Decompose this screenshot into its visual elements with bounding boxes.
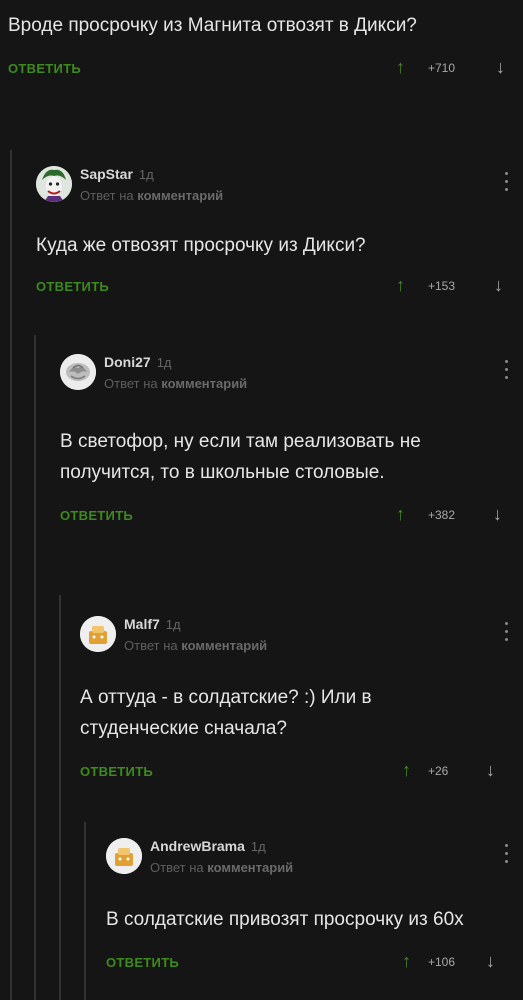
username[interactable]: AndrewBrama 1д (150, 838, 266, 854)
comment-age: 1д (250, 839, 266, 854)
comment-score: +106 (428, 955, 456, 969)
meta-prefix: Ответ на (124, 638, 178, 653)
comment-score: +382 (428, 508, 456, 522)
comment-age: 1д (156, 355, 172, 370)
reply-button[interactable]: ОТВЕТИТЬ (36, 279, 109, 294)
reply-to-meta: Ответ на комментарий (124, 638, 267, 653)
comment-actions: ОТВЕТИТЬ ↑ +26 ↓ (80, 760, 523, 786)
arrow-down-icon[interactable]: ↓ (496, 57, 505, 78)
meta-target-link[interactable]: комментарий (181, 638, 267, 653)
comment-header: Malf7 1д Ответ на комментарий (80, 610, 523, 662)
reply-to-meta: Ответ на комментарий (80, 188, 223, 203)
default-avatar-icon (80, 616, 116, 652)
more-vertical-icon[interactable] (505, 172, 509, 196)
comment: Doni27 1д Ответ на комментарий В светофор… (60, 348, 523, 530)
reply-button[interactable]: ОТВЕТИТЬ (60, 508, 133, 523)
avatar[interactable] (36, 166, 72, 202)
comment-text: В светофор, ну если там реализовать не п… (60, 431, 421, 483)
thread-line (10, 150, 12, 1000)
arrow-up-icon[interactable]: ↑ (396, 275, 405, 296)
comment-text: Куда же отвозят просрочку из Дикси? (36, 235, 366, 256)
comment-header: SapStar 1д Ответ на комментарий (36, 160, 523, 212)
arrow-down-icon[interactable]: ↓ (486, 951, 495, 972)
comment-header: Doni27 1д Ответ на комментарий (60, 348, 523, 400)
comment-actions: ОТВЕТИТЬ ↑ +106 ↓ (106, 951, 523, 977)
default-avatar-icon (106, 838, 142, 874)
reply-to-meta: Ответ на комментарий (104, 376, 247, 391)
username[interactable]: SapStar 1д (80, 166, 154, 182)
username-text[interactable]: Doni27 (104, 354, 151, 370)
comment: SapStar 1д Ответ на комментарий Куда же о… (36, 160, 523, 301)
meta-prefix: Ответ на (80, 188, 134, 203)
thread-line (84, 822, 86, 1000)
thread-line (59, 595, 61, 1000)
username[interactable]: Malf7 1д (124, 616, 181, 632)
comment-header: AndrewBrama 1д Ответ на комментарий (106, 832, 523, 884)
arrow-down-icon[interactable]: ↓ (494, 275, 503, 296)
comment-age: 1д (165, 617, 181, 632)
arrow-down-icon[interactable]: ↓ (493, 504, 502, 525)
more-vertical-icon[interactable] (505, 844, 509, 868)
arrow-up-icon[interactable]: ↑ (402, 760, 411, 781)
username-text[interactable]: SapStar (80, 166, 133, 182)
arrow-up-icon[interactable]: ↑ (402, 951, 411, 972)
comment: AndrewBrama 1д Ответ на комментарий В сол… (106, 832, 523, 977)
avatar[interactable] (80, 616, 116, 652)
comment: Malf7 1д Ответ на комментарий А оттуда - … (80, 610, 523, 786)
comment-text: Вроде просрочку из Магнита отвозят в Дик… (8, 15, 417, 36)
reply-button[interactable]: ОТВЕТИТЬ (106, 955, 179, 970)
comment-actions: ОТВЕТИТЬ ↑ +382 ↓ (60, 504, 523, 530)
comment-score: +153 (428, 279, 456, 293)
more-vertical-icon[interactable] (505, 622, 509, 646)
username-text[interactable]: Malf7 (124, 616, 160, 632)
comment-actions: ОТВЕТИТЬ ↑ +710 ↓ (8, 57, 523, 83)
meta-target-link[interactable]: комментарий (137, 188, 223, 203)
username-text[interactable]: AndrewBrama (150, 838, 245, 854)
reply-button[interactable]: ОТВЕТИТЬ (80, 764, 153, 779)
meta-target-link[interactable]: комментарий (207, 860, 293, 875)
reply-to-meta: Ответ на комментарий (150, 860, 293, 875)
comment: Вроде просрочку из Магнита отвозят в Дик… (8, 10, 523, 83)
thread-line (34, 335, 36, 1000)
comment-text: А оттуда - в солдатские? :) Или в студен… (80, 687, 372, 739)
arrow-down-icon[interactable]: ↓ (486, 760, 495, 781)
comment-text: В солдатские привозят просрочку из 60х (106, 909, 464, 930)
joker-avatar-icon (36, 166, 72, 202)
arrow-up-icon[interactable]: ↑ (396, 57, 405, 78)
meta-target-link[interactable]: комментарий (161, 376, 247, 391)
meta-prefix: Ответ на (104, 376, 158, 391)
avatar[interactable] (106, 838, 142, 874)
comment-score: +710 (428, 61, 456, 75)
comment-score: +26 (428, 764, 449, 778)
arrow-up-icon[interactable]: ↑ (396, 504, 405, 525)
rose-avatar-icon (60, 354, 96, 390)
comment-age: 1д (138, 167, 154, 182)
reply-button[interactable]: ОТВЕТИТЬ (8, 61, 81, 76)
username[interactable]: Doni27 1д (104, 354, 172, 370)
avatar[interactable] (60, 354, 96, 390)
meta-prefix: Ответ на (150, 860, 204, 875)
comment-actions: ОТВЕТИТЬ ↑ +153 ↓ (36, 275, 523, 301)
more-vertical-icon[interactable] (505, 360, 509, 384)
